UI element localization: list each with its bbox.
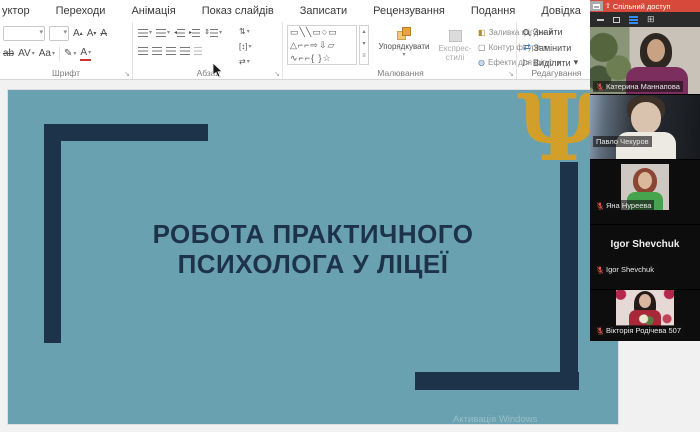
meeting-panel: ⇧ Спільний доступ ⊞ Катерина Маннапова П (590, 0, 700, 341)
quick-styles-icon (448, 30, 462, 42)
shapes-gallery[interactable]: ▭╲╲▭○▭ △⌐⌐⇨⇩▱ ∿⌐⌐{ }☆ (287, 25, 357, 65)
participant-name-tag: Павло Чекуров (593, 136, 652, 147)
participant-name-tag: Igor Shevchuk (593, 264, 657, 275)
paragraph-group-label: Абзац (196, 68, 221, 78)
smartart-convert-icon[interactable]: ⇄ ▾ (239, 56, 250, 68)
panel-toolbar: ⊞ (590, 12, 700, 27)
paragraph-group: ▾ ▾ ◂ ▸ ⇕ ▾ ⇅ ▾ [↕] ▾ ⇄ ▾ Абзац ↘ (135, 22, 283, 79)
screen-share-icon: ⇧ (605, 3, 611, 10)
character-spacing-icon[interactable]: AV ▾ (18, 48, 35, 60)
increase-indent-icon[interactable]: ▸ (189, 27, 201, 39)
find-button[interactable]: Знайти (523, 27, 563, 37)
activation-watermark: Активація Windows (453, 414, 538, 424)
align-left-icon[interactable] (138, 47, 148, 55)
change-case-icon[interactable]: Aa ▾ (39, 48, 55, 60)
bullets-icon[interactable]: ▾ (138, 27, 152, 39)
search-icon (523, 29, 529, 35)
font-name-combo[interactable] (3, 26, 45, 41)
tab-view[interactable]: Подання (458, 5, 528, 17)
participant-tile[interactable]: Вікторія Родічева 507 (590, 290, 700, 341)
avatar (616, 290, 674, 326)
drawing-group-label: Малювання (377, 68, 424, 78)
slide-title-line1: РОБОТА ПРАКТИЧНОГО (152, 219, 474, 249)
tab-slideshow[interactable]: Показ слайдів (189, 5, 287, 17)
psi-symbol[interactable]: Ψ (517, 90, 601, 174)
share-banner-label: Спільний доступ (612, 1, 671, 11)
shape-outline-icon: ▢ (478, 43, 486, 52)
slide-title-line2: ПСИХОЛОГА У ЛІЦЕЇ (177, 249, 449, 279)
arrange-button[interactable]: Упорядкувати ▾ (375, 27, 433, 60)
window-icon[interactable] (590, 1, 603, 11)
participant-tile[interactable]: Igor Shevchuk Igor Shevchuk (590, 225, 700, 290)
mouse-cursor-icon (212, 62, 223, 78)
font-group-label: Шрифт (52, 68, 80, 78)
participant-face (647, 39, 665, 62)
drawing-group: ▭╲╲▭○▭ △⌐⌐⇨⇩▱ ∿⌐⌐{ }☆ ▴ ▾ ≡ Упорядкувати ▾… (285, 22, 561, 79)
shape-fill-icon: ◧ (478, 28, 486, 37)
share-banner: ⇧ Спільний доступ (590, 0, 700, 12)
muted-mic-icon (596, 201, 604, 209)
muted-mic-icon (596, 326, 604, 334)
participant-name-tag: Яна Нуреева (593, 200, 655, 211)
decrease-indent-icon[interactable]: ◂ (174, 27, 186, 39)
participant-tile[interactable]: Катерина Маннапова (590, 27, 700, 95)
shrink-font-icon[interactable]: A ▾ (87, 28, 97, 40)
font-color-icon[interactable]: A ▾ (80, 47, 92, 61)
justify-icon[interactable] (180, 47, 190, 55)
strikethrough-icon[interactable]: ab (3, 48, 14, 60)
grow-font-icon[interactable]: A ▴ (73, 28, 83, 40)
slide-title[interactable]: РОБОТА ПРАКТИЧНОГО ПСИХОЛОГА У ЛІЦЕЇ (8, 219, 618, 279)
corner-bracket-top-left-bar (44, 124, 208, 141)
participant-tile[interactable]: Павло Чекуров (590, 95, 700, 160)
font-group: A▴ A▾ A ab AV▾ Aa▾ ✎▾ A▾ Шрифт ↘ (0, 22, 133, 79)
select-button[interactable]: ▷ Виділити ▾ (523, 57, 578, 68)
participant-tile[interactable]: Яна Нуреева (590, 160, 700, 225)
shapes-gallery-scroll[interactable]: ▴ ▾ ≡ (359, 25, 369, 65)
align-center-icon[interactable] (152, 47, 162, 55)
shape-effects-icon: ◍ (478, 58, 485, 67)
editing-group: Знайти ⇄ Замінити ▷ Виділити ▾ Редагуванн… (519, 22, 594, 79)
app-window: уктор Переходи Анімація Показ слайдів За… (0, 0, 700, 432)
quick-styles-button[interactable]: Експрес-стилі (435, 30, 475, 62)
corner-bracket-bottom-right-bar (415, 372, 579, 390)
replace-icon: ⇄ (523, 42, 531, 52)
tab-transitions[interactable]: Переходи (43, 5, 119, 17)
clear-formatting-icon[interactable]: A (100, 28, 107, 40)
paragraph-dialog-launcher-icon[interactable]: ↘ (274, 70, 280, 78)
muted-mic-icon (596, 265, 604, 273)
arrange-icon (397, 27, 411, 40)
slide-canvas[interactable]: Ψ РОБОТА ПРАКТИЧНОГО ПСИХОЛОГА У ЛІЦЕЇ А… (8, 90, 618, 424)
participant-display-name: Igor Shevchuk (610, 239, 680, 250)
participant-name-tag: Катерина Маннапова (593, 81, 683, 92)
editing-group-label: Редагування (531, 68, 582, 78)
speaker-view-icon[interactable] (629, 15, 638, 24)
tab-help[interactable]: Довідка (528, 5, 594, 17)
align-right-icon[interactable] (166, 47, 176, 55)
text-direction-icon[interactable]: ⇅ ▾ (239, 26, 250, 38)
font-dialog-launcher-icon[interactable]: ↘ (124, 70, 130, 78)
numbering-icon[interactable]: ▾ (156, 27, 170, 39)
columns-icon[interactable] (194, 47, 202, 55)
tab-designer[interactable]: уктор (0, 5, 43, 17)
replace-button[interactable]: ⇄ Замінити (523, 42, 571, 53)
select-cursor-icon: ▷ (523, 57, 530, 67)
font-size-combo[interactable] (49, 26, 69, 41)
drawing-dialog-launcher-icon[interactable]: ↘ (508, 70, 514, 78)
restore-window-icon[interactable] (613, 16, 620, 23)
muted-mic-icon (596, 82, 604, 90)
align-text-icon[interactable]: [↕] ▾ (239, 41, 251, 53)
participant-name-tag: Вікторія Родічева 507 (593, 325, 685, 336)
gallery-view-icon[interactable]: ⊞ (647, 15, 655, 24)
ink-highlight-icon[interactable]: ✎ ▾ (64, 48, 76, 60)
tab-animations[interactable]: Анімація (118, 5, 188, 17)
line-spacing-icon[interactable]: ⇕ ▾ (204, 27, 222, 39)
participant-face (631, 102, 661, 134)
tab-record[interactable]: Записати (287, 5, 360, 17)
tab-review[interactable]: Рецензування (360, 5, 458, 17)
minimize-icon[interactable] (597, 18, 604, 21)
